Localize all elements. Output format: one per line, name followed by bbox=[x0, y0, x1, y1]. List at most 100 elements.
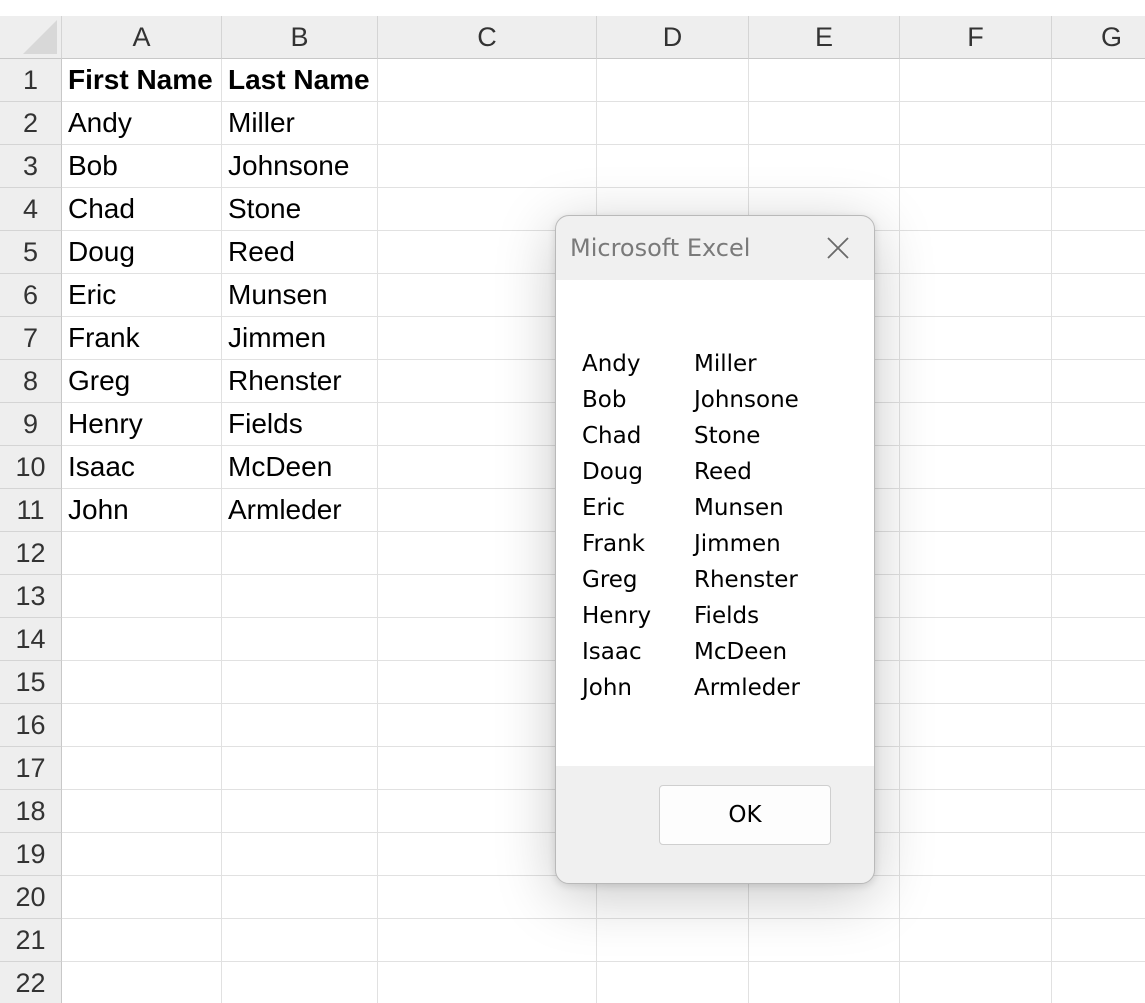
cell-f3[interactable] bbox=[900, 145, 1052, 188]
cell-g11[interactable] bbox=[1052, 489, 1145, 532]
cell-a1[interactable]: First Name bbox=[62, 59, 222, 102]
cell-g6[interactable] bbox=[1052, 274, 1145, 317]
cell-b3[interactable]: Johnsone bbox=[222, 145, 378, 188]
cell-a3[interactable]: Bob bbox=[62, 145, 222, 188]
cell-f12[interactable] bbox=[900, 532, 1052, 575]
cell-b7[interactable]: Jimmen bbox=[222, 317, 378, 360]
cell-f13[interactable] bbox=[900, 575, 1052, 618]
cell-g15[interactable] bbox=[1052, 661, 1145, 704]
cell-g20[interactable] bbox=[1052, 876, 1145, 919]
cell-b12[interactable] bbox=[222, 532, 378, 575]
cell-g13[interactable] bbox=[1052, 575, 1145, 618]
cell-g18[interactable] bbox=[1052, 790, 1145, 833]
column-header-b[interactable]: B bbox=[222, 16, 378, 59]
cell-f22[interactable] bbox=[900, 962, 1052, 1003]
cell-c21[interactable] bbox=[378, 919, 597, 962]
row-header-16[interactable]: 16 bbox=[0, 704, 62, 747]
row-header-7[interactable]: 7 bbox=[0, 317, 62, 360]
cell-a14[interactable] bbox=[62, 618, 222, 661]
cell-a17[interactable] bbox=[62, 747, 222, 790]
cell-f9[interactable] bbox=[900, 403, 1052, 446]
row-header-17[interactable]: 17 bbox=[0, 747, 62, 790]
cell-f16[interactable] bbox=[900, 704, 1052, 747]
row-header-22[interactable]: 22 bbox=[0, 962, 62, 1003]
cell-f6[interactable] bbox=[900, 274, 1052, 317]
cell-f5[interactable] bbox=[900, 231, 1052, 274]
row-header-9[interactable]: 9 bbox=[0, 403, 62, 446]
close-button[interactable] bbox=[816, 230, 860, 266]
column-header-c[interactable]: C bbox=[378, 16, 597, 59]
cell-g8[interactable] bbox=[1052, 360, 1145, 403]
column-header-g[interactable]: G bbox=[1052, 16, 1145, 59]
cell-a4[interactable]: Chad bbox=[62, 188, 222, 231]
cell-f15[interactable] bbox=[900, 661, 1052, 704]
row-header-20[interactable]: 20 bbox=[0, 876, 62, 919]
cell-c2[interactable] bbox=[378, 102, 597, 145]
cell-a13[interactable] bbox=[62, 575, 222, 618]
row-header-3[interactable]: 3 bbox=[0, 145, 62, 188]
cell-g4[interactable] bbox=[1052, 188, 1145, 231]
cell-b2[interactable]: Miller bbox=[222, 102, 378, 145]
cell-a18[interactable] bbox=[62, 790, 222, 833]
cell-a8[interactable]: Greg bbox=[62, 360, 222, 403]
cell-g5[interactable] bbox=[1052, 231, 1145, 274]
cell-g22[interactable] bbox=[1052, 962, 1145, 1003]
cell-g3[interactable] bbox=[1052, 145, 1145, 188]
cell-a22[interactable] bbox=[62, 962, 222, 1003]
cell-g14[interactable] bbox=[1052, 618, 1145, 661]
ok-button[interactable]: OK bbox=[659, 785, 831, 845]
cell-b15[interactable] bbox=[222, 661, 378, 704]
row-header-13[interactable]: 13 bbox=[0, 575, 62, 618]
cell-f18[interactable] bbox=[900, 790, 1052, 833]
row-header-12[interactable]: 12 bbox=[0, 532, 62, 575]
cell-c22[interactable] bbox=[378, 962, 597, 1003]
cell-d21[interactable] bbox=[597, 919, 749, 962]
cell-g9[interactable] bbox=[1052, 403, 1145, 446]
column-header-f[interactable]: F bbox=[900, 16, 1052, 59]
cell-b1[interactable]: Last Name bbox=[222, 59, 378, 102]
cell-b4[interactable]: Stone bbox=[222, 188, 378, 231]
column-header-d[interactable]: D bbox=[597, 16, 749, 59]
cell-g19[interactable] bbox=[1052, 833, 1145, 876]
cell-a7[interactable]: Frank bbox=[62, 317, 222, 360]
cell-g10[interactable] bbox=[1052, 446, 1145, 489]
row-header-14[interactable]: 14 bbox=[0, 618, 62, 661]
cell-b18[interactable] bbox=[222, 790, 378, 833]
cell-f21[interactable] bbox=[900, 919, 1052, 962]
cell-f7[interactable] bbox=[900, 317, 1052, 360]
cell-a6[interactable]: Eric bbox=[62, 274, 222, 317]
cell-b11[interactable]: Armleder bbox=[222, 489, 378, 532]
cell-g7[interactable] bbox=[1052, 317, 1145, 360]
cell-f4[interactable] bbox=[900, 188, 1052, 231]
cell-b20[interactable] bbox=[222, 876, 378, 919]
cell-a20[interactable] bbox=[62, 876, 222, 919]
cell-b14[interactable] bbox=[222, 618, 378, 661]
cell-b10[interactable]: McDeen bbox=[222, 446, 378, 489]
cell-b19[interactable] bbox=[222, 833, 378, 876]
cell-e3[interactable] bbox=[749, 145, 900, 188]
cell-f14[interactable] bbox=[900, 618, 1052, 661]
cell-a2[interactable]: Andy bbox=[62, 102, 222, 145]
cell-d1[interactable] bbox=[597, 59, 749, 102]
cell-b13[interactable] bbox=[222, 575, 378, 618]
cell-a16[interactable] bbox=[62, 704, 222, 747]
cell-c3[interactable] bbox=[378, 145, 597, 188]
cell-a9[interactable]: Henry bbox=[62, 403, 222, 446]
cell-b5[interactable]: Reed bbox=[222, 231, 378, 274]
cell-f2[interactable] bbox=[900, 102, 1052, 145]
cell-b9[interactable]: Fields bbox=[222, 403, 378, 446]
row-header-15[interactable]: 15 bbox=[0, 661, 62, 704]
cell-e21[interactable] bbox=[749, 919, 900, 962]
cell-a19[interactable] bbox=[62, 833, 222, 876]
row-header-1[interactable]: 1 bbox=[0, 59, 62, 102]
cell-d2[interactable] bbox=[597, 102, 749, 145]
row-header-5[interactable]: 5 bbox=[0, 231, 62, 274]
cell-e1[interactable] bbox=[749, 59, 900, 102]
cell-f20[interactable] bbox=[900, 876, 1052, 919]
row-header-2[interactable]: 2 bbox=[0, 102, 62, 145]
cell-a11[interactable]: John bbox=[62, 489, 222, 532]
cell-b6[interactable]: Munsen bbox=[222, 274, 378, 317]
cell-e2[interactable] bbox=[749, 102, 900, 145]
column-header-e[interactable]: E bbox=[749, 16, 900, 59]
cell-d3[interactable] bbox=[597, 145, 749, 188]
